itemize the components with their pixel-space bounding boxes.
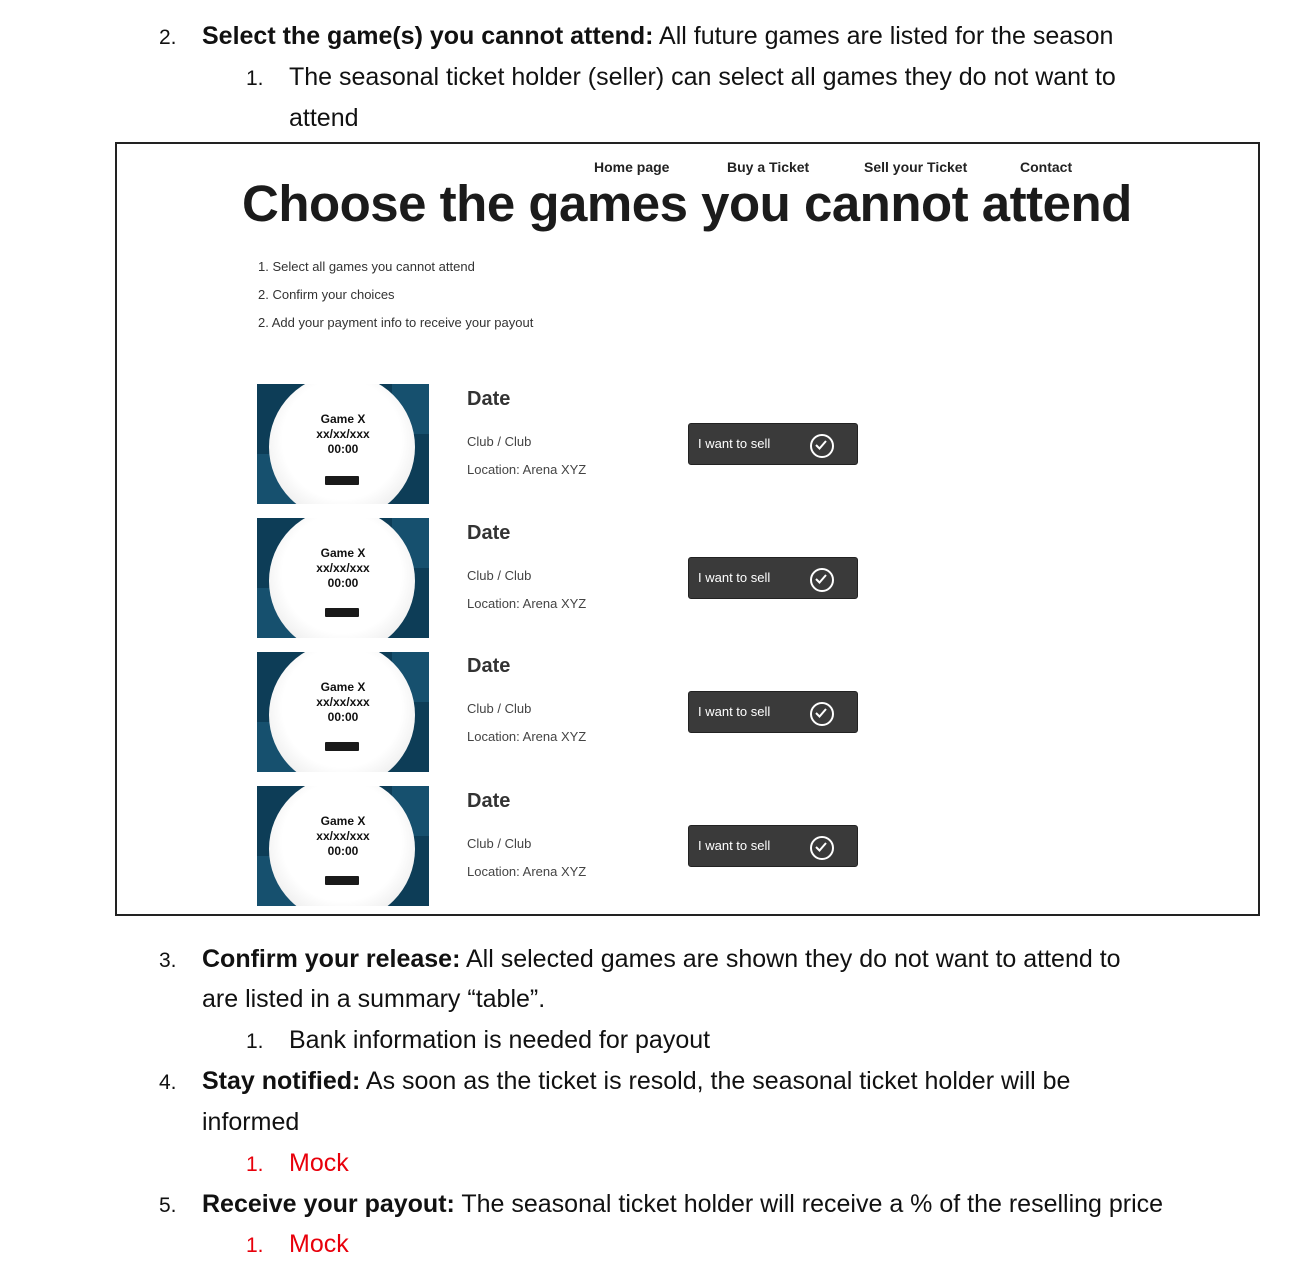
card-date: xx/xx/xxx (316, 561, 370, 575)
check-circle-icon (810, 836, 834, 860)
check-circle-icon (810, 434, 834, 458)
game-location: Location: Arena XYZ (467, 729, 587, 744)
sub-item-text: Bank information is needed for payout (289, 1026, 711, 1054)
card-date: xx/xx/xxx (316, 695, 370, 709)
nav-buy-ticket[interactable]: Buy a Ticket (727, 159, 809, 175)
game-card-image: Game X xx/xx/xxx 00:00 (257, 518, 429, 638)
button-label: I want to sell (698, 838, 771, 853)
page-title: Choose the games you cannot attend (242, 175, 1132, 232)
card-title: Game X (320, 412, 366, 426)
card-time: 00:00 (327, 710, 359, 724)
game-date: Date (467, 790, 511, 812)
game-location: Location: Arena XYZ (467, 864, 587, 879)
ticket-logo (325, 608, 359, 617)
step-3: 2. Add your payment info to receive your… (258, 315, 534, 330)
mockup-screenshot: Home page Buy a Ticket Sell your Ticket … (115, 142, 1260, 916)
game-card-image: Game X xx/xx/xxx 00:00 (257, 384, 429, 504)
game-date: Date (467, 522, 511, 544)
card-time: 00:00 (327, 442, 359, 456)
nav-sell-ticket[interactable]: Sell your Ticket (864, 159, 967, 175)
want-to-sell-button[interactable]: I want to sell (688, 691, 858, 733)
list-number: 1. (246, 1153, 264, 1176)
card-title: Game X (320, 680, 366, 694)
card-title: Game X (320, 546, 366, 560)
list-number: 3. (159, 949, 177, 972)
game-location: Location: Arena XYZ (467, 596, 587, 611)
list-item-heading: Select the game(s) you cannot attend: (202, 22, 654, 50)
list-number: 2. (159, 26, 177, 49)
want-to-sell-button[interactable]: I want to sell (688, 825, 858, 867)
ticket-logo (325, 742, 359, 751)
list-item-text: As soon as the ticket is resold, the sea… (360, 1067, 1071, 1095)
list-number: 4. (159, 1071, 177, 1094)
list-item-5: Receive your payout: The seasonal ticket… (202, 1184, 1163, 1224)
card-date: xx/xx/xxx (316, 427, 370, 441)
list-item-text: are listed in a summary “table”. (202, 985, 546, 1013)
list-item-text: informed (202, 1108, 300, 1136)
want-to-sell-button[interactable]: I want to sell (688, 423, 858, 465)
list-item-heading: Receive your payout: (202, 1190, 455, 1218)
game-teams: Club / Club (467, 701, 532, 716)
list-item-4: Stay notified: As soon as the ticket is … (202, 1061, 1070, 1101)
list-item-text: All selected games are shown they do not… (460, 945, 1121, 973)
list-item-heading: Confirm your release: (202, 945, 461, 973)
list-number: 1. (246, 1030, 264, 1053)
list-number: 1. (246, 67, 264, 90)
button-label: I want to sell (698, 570, 771, 585)
card-time: 00:00 (327, 576, 359, 590)
sub-item-text: The seasonal ticket holder (seller) can … (289, 63, 1116, 91)
game-location: Location: Arena XYZ (467, 462, 587, 477)
button-label: I want to sell (698, 436, 771, 451)
game-date: Date (467, 388, 511, 410)
step-1: 1. Select all games you cannot attend (258, 259, 475, 274)
list-item-text: All future games are listed for the seas… (653, 22, 1114, 50)
sub-item-text: Mock (289, 1230, 349, 1258)
button-label: I want to sell (698, 704, 771, 719)
ticket-logo (325, 476, 359, 485)
step-2: 2. Confirm your choices (258, 287, 395, 302)
game-teams: Club / Club (467, 434, 532, 449)
card-date: xx/xx/xxx (316, 829, 370, 843)
nav-home[interactable]: Home page (594, 159, 669, 175)
sub-item-text: attend (289, 104, 359, 132)
card-title: Game X (320, 814, 366, 828)
list-item-text: The seasonal ticket holder will receive … (454, 1190, 1164, 1218)
game-card-image: Game X xx/xx/xxx 00:00 (257, 786, 429, 906)
check-circle-icon (810, 702, 834, 726)
card-time: 00:00 (327, 844, 359, 858)
list-item-3: Confirm your release: All selected games… (202, 939, 1121, 979)
game-teams: Club / Club (467, 568, 532, 583)
ticket-logo (325, 876, 359, 885)
list-item-2: Select the game(s) you cannot attend: Al… (202, 16, 1113, 56)
game-teams: Club / Club (467, 836, 532, 851)
check-circle-icon (810, 568, 834, 592)
list-item-heading: Stay notified: (202, 1067, 361, 1095)
game-card-image: Game X xx/xx/xxx 00:00 (257, 652, 429, 772)
nav-contact[interactable]: Contact (1020, 159, 1072, 175)
list-number: 1. (246, 1234, 264, 1257)
want-to-sell-button[interactable]: I want to sell (688, 557, 858, 599)
sub-item-text: Mock (289, 1149, 349, 1177)
game-date: Date (467, 655, 511, 677)
list-number: 5. (159, 1194, 177, 1217)
